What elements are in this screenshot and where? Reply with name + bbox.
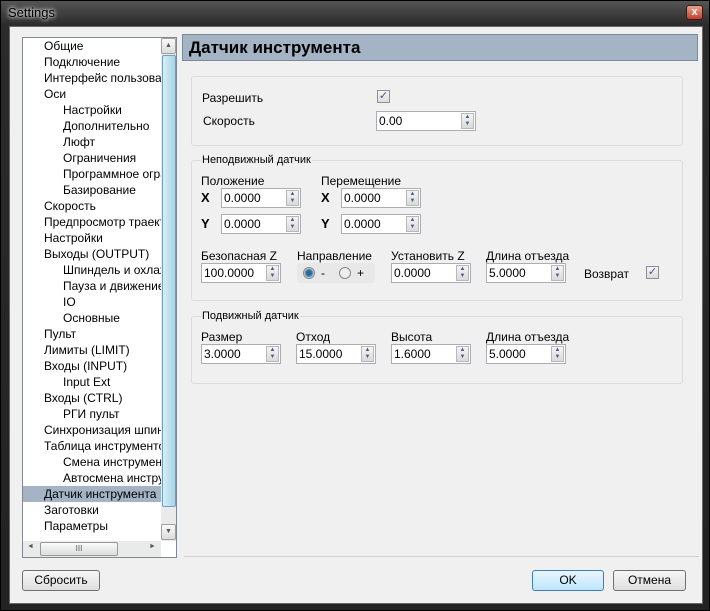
tree-item[interactable]: РГИ пульт <box>23 406 161 422</box>
reset-button[interactable]: Сбросить <box>22 570 100 591</box>
tree-item[interactable]: Датчик инструмента <box>23 486 161 502</box>
vertical-scrollbar[interactable]: ▲ ▼ <box>161 38 176 541</box>
tree-item[interactable]: IO <box>23 294 161 310</box>
height-input[interactable]: 1.6000 ▲ ▼ <box>391 344 471 364</box>
tree-item[interactable]: Оси <box>23 86 161 102</box>
tree-item[interactable]: Предпросмотр траекто <box>23 214 161 230</box>
retract-label: Длина отъезда <box>486 249 570 263</box>
safe-z-input[interactable]: 100.0000 ▲ ▼ <box>201 263 281 283</box>
tree-item[interactable]: Дополнительно <box>23 118 161 134</box>
tree-item[interactable]: Заготовки <box>23 502 161 518</box>
enable-checkbox[interactable]: ✓ <box>377 90 390 103</box>
set-z-input[interactable]: 0.0000 ▲ ▼ <box>391 263 471 283</box>
tree-item[interactable]: Выходы (OUTPUT) <box>23 246 161 262</box>
offset-input[interactable]: 15.0000 ▲ ▼ <box>296 344 376 364</box>
direction-plus-label: + <box>357 266 365 280</box>
cancel-button[interactable]: Отмена <box>613 570 686 591</box>
tree-item[interactable]: Настройки <box>23 230 161 246</box>
spin-arrows-icon[interactable]: ▲ ▼ <box>286 216 299 232</box>
tree-item[interactable]: Шпиндель и охлажд <box>23 262 161 278</box>
move-y-input[interactable]: 0.0000 ▲ ▼ <box>341 214 421 234</box>
spin-arrows-icon[interactable]: ▲ ▼ <box>286 190 299 206</box>
pos-y-input[interactable]: 0.0000 ▲ ▼ <box>221 214 301 234</box>
spin-arrows-icon[interactable]: ▲ ▼ <box>266 265 279 281</box>
speed-input[interactable]: 0.00 ▲ ▼ <box>376 111 476 131</box>
page-title: Датчик инструмента <box>189 38 361 57</box>
direction-label: Направление <box>297 249 372 263</box>
spin-arrows-icon[interactable]: ▲ ▼ <box>456 346 469 362</box>
tree-item[interactable]: Общие <box>23 38 161 54</box>
fixed-sensor-title: Неподвижный датчик <box>201 154 312 166</box>
tree-item[interactable]: Синхронизация шпинде <box>23 422 161 438</box>
divider <box>184 556 699 557</box>
spin-arrows-icon[interactable]: ▲ ▼ <box>406 190 419 206</box>
tree-item[interactable]: Скорость <box>23 198 161 214</box>
height-label: Высота <box>391 330 433 344</box>
tree-item[interactable]: Базирование <box>23 182 161 198</box>
position-label: Положение <box>201 174 265 188</box>
movable-sensor-title: Подвижный датчик <box>201 310 300 322</box>
tree-item[interactable]: Смена инструмента <box>23 454 161 470</box>
settings-tree: Параметры Заготовки Датчик инструмента Авто… <box>22 37 177 558</box>
spin-arrows-icon[interactable]: ▲ ▼ <box>361 346 374 362</box>
size-input[interactable]: 3.0000 ▲ ▼ <box>201 344 281 364</box>
return-label: Возврат <box>584 267 629 281</box>
pos-y-label: Y <box>201 216 210 231</box>
safe-z-label: Безопасная Z <box>201 249 277 263</box>
window-title: Settings <box>8 5 55 20</box>
horizontal-scrollbar[interactable]: ◄ III ► <box>23 541 161 557</box>
offset-label: Отход <box>296 330 331 344</box>
tree-item[interactable]: Интерфейс пользовате <box>23 70 161 86</box>
close-button[interactable]: x <box>686 5 703 20</box>
direction-plus-radio[interactable] <box>339 267 351 279</box>
tree-item[interactable]: Input Ext <box>23 374 161 390</box>
movable-retract-label: Длина отъезда <box>486 330 570 344</box>
scroll-up-button[interactable]: ▲ <box>161 38 176 54</box>
settings-window: Settings x Параметры Заготовки Датчик инст… <box>0 0 710 611</box>
tree-item[interactable]: Ограничения <box>23 150 161 166</box>
section-header: Датчик инструмента <box>182 34 698 61</box>
tree-item[interactable]: Параметры <box>23 518 161 534</box>
tree-item[interactable]: Входы (INPUT) <box>23 358 161 374</box>
tree-item[interactable]: Пауза и движение <box>23 278 161 294</box>
size-label: Размер <box>201 330 243 344</box>
spin-arrows-icon[interactable]: ▲ ▼ <box>551 265 564 281</box>
direction-minus-label: - <box>321 266 325 280</box>
spin-arrows-icon[interactable]: ▲ ▼ <box>266 346 279 362</box>
move-x-input[interactable]: 0.0000 ▲ ▼ <box>341 188 421 208</box>
pos-x-input[interactable]: 0.0000 ▲ ▼ <box>221 188 301 208</box>
scroll-left-button[interactable]: ◄ <box>27 543 34 550</box>
tree-item[interactable]: Настройки <box>23 102 161 118</box>
speed-label: Скорость <box>203 114 255 128</box>
pos-x-label: X <box>201 190 210 205</box>
spin-arrows-icon[interactable]: ▲ ▼ <box>551 346 564 362</box>
tree-item[interactable]: Пульт <box>23 326 161 342</box>
spin-arrows-icon[interactable]: ▲ ▼ <box>456 265 469 281</box>
return-checkbox[interactable]: ✓ <box>646 266 659 279</box>
move-label: Перемещение <box>321 174 401 188</box>
tree-item[interactable]: Входы (CTRL) <box>23 390 161 406</box>
tree-item[interactable]: Программное огра <box>23 166 161 182</box>
tree-item[interactable]: Лимиты (LIMIT) <box>23 342 161 358</box>
enable-label: Разрешить <box>202 91 264 105</box>
spin-arrows-icon[interactable]: ▲ ▼ <box>461 113 474 129</box>
ok-button[interactable]: OK <box>532 570 604 591</box>
set-z-label: Установить Z <box>391 249 465 263</box>
tree-item[interactable]: Таблица инструментов <box>23 438 161 454</box>
retract-input[interactable]: 5.0000 ▲ ▼ <box>486 263 566 283</box>
scroll-down-button[interactable]: ▼ <box>161 524 176 540</box>
scroll-right-button[interactable]: ► <box>149 543 156 550</box>
tree-item[interactable]: Люфт <box>23 134 161 150</box>
vertical-scroll-thumb[interactable] <box>162 55 176 507</box>
horizontal-scroll-thumb[interactable]: III <box>40 542 118 556</box>
tree-item[interactable]: Подключение <box>23 54 161 70</box>
spin-arrows-icon[interactable]: ▲ ▼ <box>406 216 419 232</box>
move-x-label: X <box>321 190 330 205</box>
tree-item[interactable]: Основные <box>23 310 161 326</box>
direction-minus-radio[interactable] <box>303 267 315 279</box>
direction-radio-group: - + <box>297 263 375 283</box>
movable-retract-input[interactable]: 5.0000 ▲ ▼ <box>486 344 566 364</box>
tree-item[interactable]: Автосмена инструм <box>23 470 161 486</box>
move-y-label: Y <box>321 216 330 231</box>
